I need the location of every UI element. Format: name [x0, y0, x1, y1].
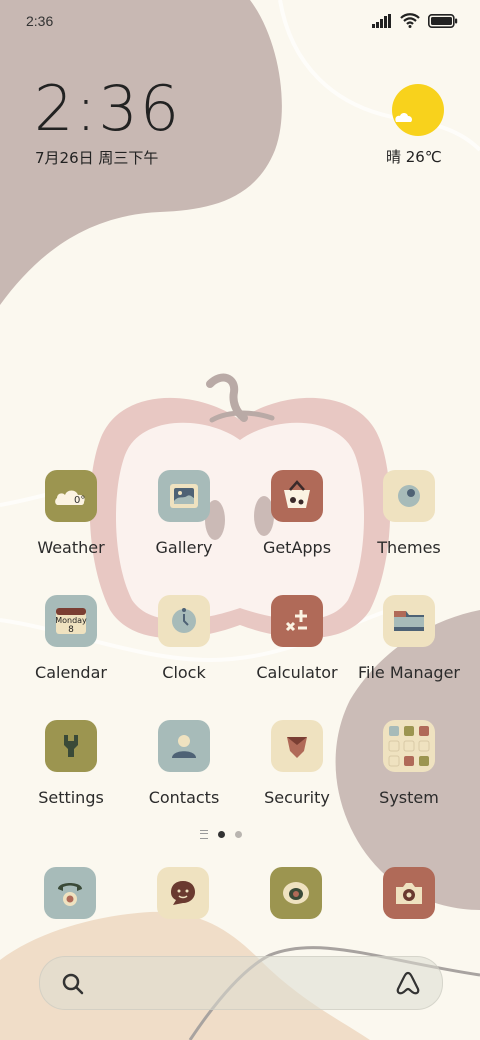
- app-calendar[interactable]: Monday 8 Calendar: [15, 595, 127, 682]
- phone-icon[interactable]: [44, 867, 96, 919]
- gallery-icon[interactable]: [158, 470, 210, 522]
- settings-icon[interactable]: [45, 720, 97, 772]
- contacts-icon[interactable]: [158, 720, 210, 772]
- signal-icon: [372, 13, 391, 28]
- weather-icon-badge: 0°: [74, 495, 85, 506]
- app-getapps[interactable]: GetApps: [241, 470, 353, 557]
- wifi-icon: [400, 13, 420, 28]
- app-label: Security: [264, 788, 330, 807]
- page-indicator: [200, 830, 242, 839]
- search-icon[interactable]: [62, 973, 84, 995]
- assistant-icon[interactable]: [394, 970, 422, 996]
- messages-icon[interactable]: [157, 867, 209, 919]
- app-label: Weather: [37, 538, 105, 557]
- camera-icon[interactable]: [383, 867, 435, 919]
- app-security[interactable]: Security: [241, 720, 353, 807]
- app-label: File Manager: [358, 663, 460, 682]
- file-manager-icon[interactable]: [383, 595, 435, 647]
- getapps-icon[interactable]: [271, 470, 323, 522]
- page-dot[interactable]: [235, 831, 242, 838]
- weather-widget-text: 晴 26℃: [386, 148, 442, 166]
- clock-widget-date: 7月26日 周三下午: [35, 149, 159, 167]
- app-label: Calculator: [256, 663, 338, 682]
- app-label: Calendar: [35, 663, 107, 682]
- app-gallery[interactable]: Gallery: [128, 470, 240, 557]
- app-clock[interactable]: Clock: [128, 595, 240, 682]
- clock-widget-time[interactable]: 2:36: [34, 78, 181, 140]
- system-folder-icon[interactable]: [383, 720, 435, 772]
- calendar-icon[interactable]: Monday 8: [45, 595, 97, 647]
- app-weather[interactable]: 0° Weather: [15, 470, 127, 557]
- app-label: Gallery: [155, 538, 213, 557]
- page-dot-active[interactable]: [218, 831, 225, 838]
- app-system[interactable]: System: [353, 720, 465, 807]
- status-time: 2:36: [26, 13, 54, 29]
- app-themes[interactable]: Themes: [353, 470, 465, 557]
- weather-app-icon[interactable]: 0°: [45, 470, 97, 522]
- search-bar[interactable]: [39, 956, 443, 1010]
- app-label: Contacts: [148, 788, 220, 807]
- app-file-manager[interactable]: File Manager: [353, 595, 465, 682]
- app-settings[interactable]: Settings: [15, 720, 127, 807]
- app-contacts[interactable]: Contacts: [128, 720, 240, 807]
- app-label: Settings: [38, 788, 104, 807]
- security-icon[interactable]: [271, 720, 323, 772]
- app-calculator[interactable]: Calculator: [241, 595, 353, 682]
- calculator-icon[interactable]: [271, 595, 323, 647]
- browser-icon[interactable]: [270, 867, 322, 919]
- page-list-icon[interactable]: [200, 830, 208, 839]
- status-bar: 2:36: [0, 0, 480, 44]
- weather-sun-icon[interactable]: [390, 82, 446, 138]
- app-label: System: [379, 788, 439, 807]
- clock-icon[interactable]: [158, 595, 210, 647]
- app-label: GetApps: [262, 538, 332, 557]
- calendar-icon-date: 8: [68, 625, 74, 635]
- calendar-icon-day: Monday: [55, 616, 87, 625]
- themes-icon[interactable]: [383, 470, 435, 522]
- app-label: Themes: [377, 538, 441, 557]
- battery-icon: [428, 13, 458, 28]
- app-label: Clock: [162, 663, 206, 682]
- status-icons: [372, 13, 458, 28]
